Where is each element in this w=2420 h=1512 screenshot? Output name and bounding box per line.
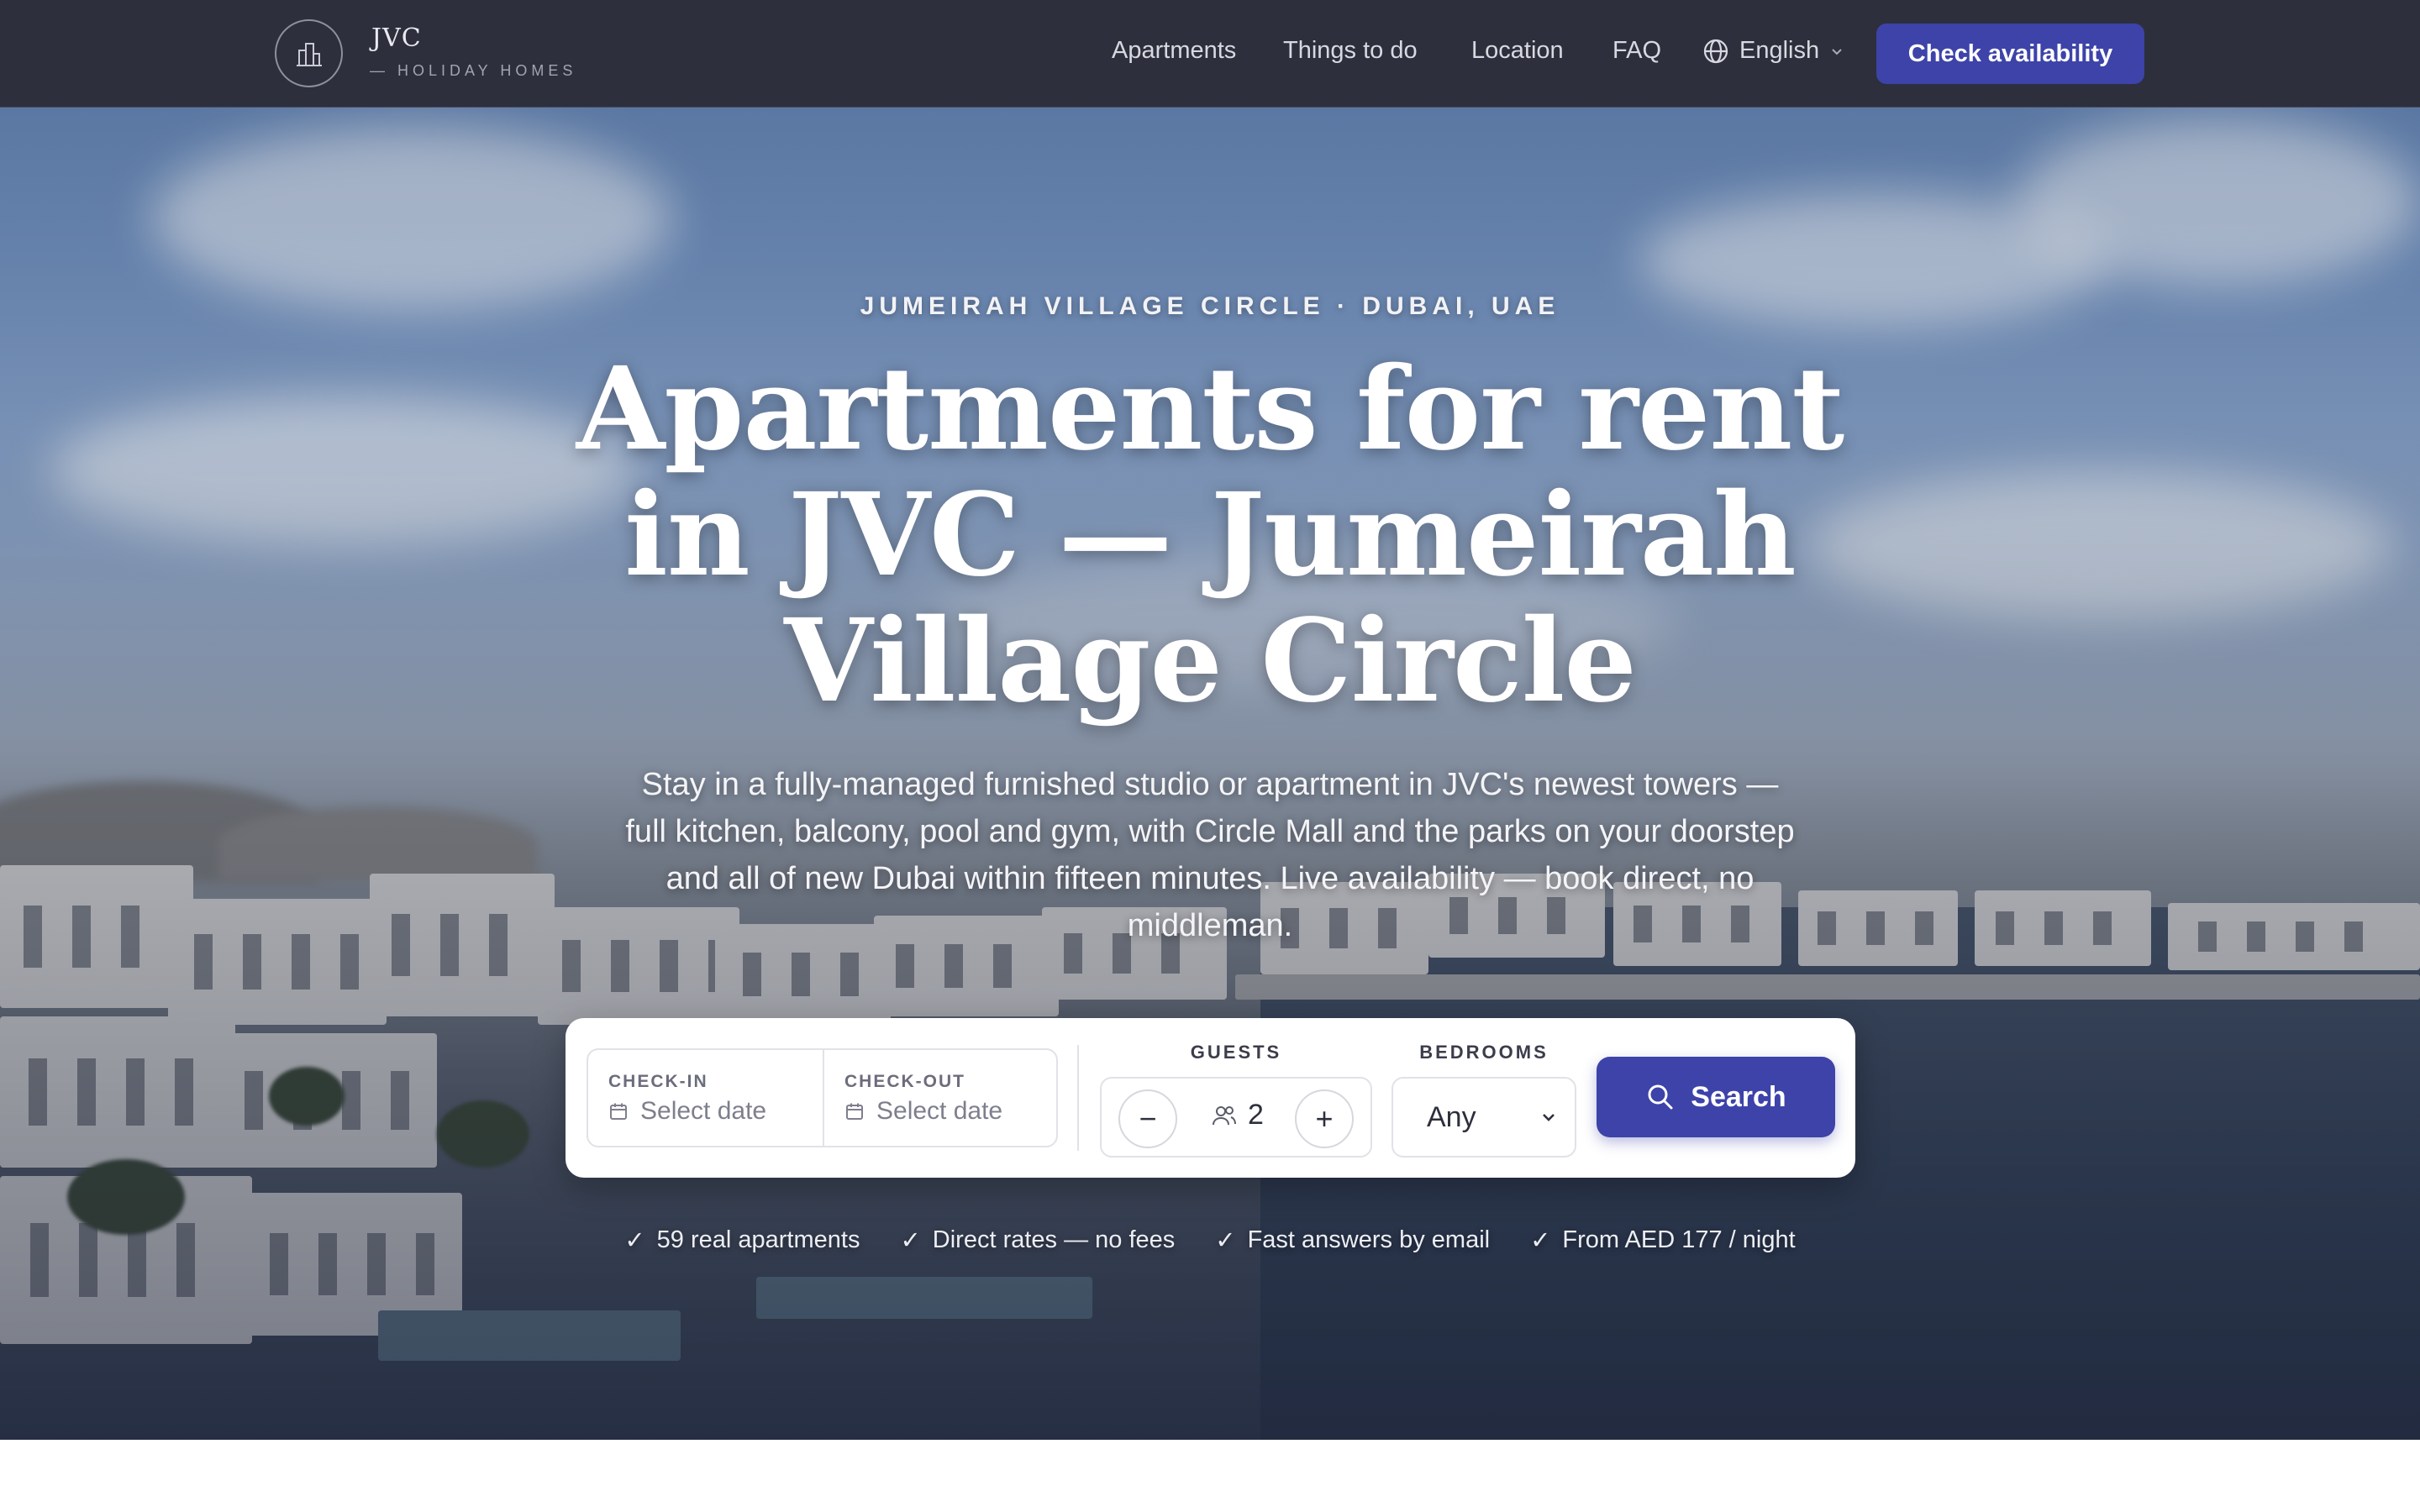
trust-item-label: Direct rates — no fees — [932, 1226, 1176, 1253]
city-buildings-icon — [296, 42, 322, 66]
checkout-value: Select date — [876, 1097, 1003, 1125]
check-icon: ✓ — [900, 1227, 921, 1254]
card-divider — [1077, 1045, 1079, 1151]
checkin-value: Select date — [640, 1097, 767, 1125]
check-availability-button[interactable]: Check availability — [1876, 24, 2144, 84]
trust-item-label: Fast answers by email — [1247, 1226, 1491, 1253]
guests-label: GUESTS — [1190, 1042, 1282, 1063]
guests-stepper: − 2 + — [1100, 1077, 1372, 1158]
decrease-guests-button[interactable]: − — [1118, 1089, 1177, 1148]
trust-item: ✓ 59 real apartments — [624, 1226, 860, 1255]
logo-mark[interactable] — [275, 19, 343, 87]
nav-link-location[interactable]: Location — [1471, 37, 1564, 65]
check-icon: ✓ — [624, 1227, 645, 1254]
check-icon: ✓ — [1215, 1227, 1236, 1254]
nav-link-apartments[interactable]: Apartments — [1112, 37, 1236, 65]
chevron-down-icon — [1543, 1114, 1555, 1121]
check-icon: ✓ — [1530, 1227, 1551, 1254]
trust-indicators: ✓ 59 real apartments ✓ Direct rates — no… — [0, 1226, 2420, 1255]
brand-title[interactable]: JVC — [371, 24, 422, 53]
nav-link-things-to-do[interactable]: Things to do — [1283, 37, 1418, 65]
bedrooms-label: BEDROOMS — [1419, 1042, 1549, 1063]
trust-item-label: 59 real apartments — [656, 1226, 860, 1253]
trust-item: ✓ Direct rates — no fees — [900, 1226, 1175, 1255]
calendar-icon — [610, 1103, 627, 1120]
language-label: English — [1739, 37, 1820, 64]
calendar-icon — [846, 1103, 863, 1120]
trust-item: ✓ From AED 177 / night — [1530, 1226, 1796, 1255]
bedrooms-value: Any — [1427, 1100, 1476, 1133]
chevron-down-icon — [1832, 48, 1842, 55]
hero-headline: Apartments for rent in JVC — Jumeirah Vi… — [576, 342, 1844, 728]
search-button-label: Search — [1691, 1080, 1786, 1113]
increase-guests-button[interactable]: + — [1295, 1089, 1354, 1148]
checkin-field[interactable]: CHECK-IN Select date — [588, 1050, 823, 1146]
trust-item-label: From AED 177 / night — [1562, 1226, 1796, 1253]
checkout-field[interactable]: CHECK-OUT Select date — [823, 1050, 1057, 1146]
search-button[interactable]: Search — [1597, 1057, 1835, 1137]
top-navbar: JVC — HOLIDAY HOMES Apartments Things to… — [0, 0, 2420, 108]
checkout-label: CHECK-OUT — [844, 1072, 965, 1091]
hero-eyebrow: JUMEIRAH VILLAGE CIRCLE · DUBAI, UAE — [860, 292, 1560, 320]
brand-subtitle: — HOLIDAY HOMES — [370, 62, 577, 79]
globe-icon — [1703, 39, 1728, 63]
trust-item: ✓ Fast answers by email — [1215, 1226, 1490, 1255]
language-selector[interactable]: English — [1702, 37, 1844, 65]
date-range-picker: CHECK-IN Select date CHECK-OUT Select da… — [587, 1048, 1058, 1147]
users-icon — [1213, 1105, 1236, 1125]
nav-link-faq[interactable]: FAQ — [1612, 37, 1661, 65]
checkin-label: CHECK-IN — [608, 1072, 708, 1091]
search-icon — [1648, 1084, 1673, 1110]
bedrooms-select[interactable]: Any — [1392, 1077, 1576, 1158]
hero-description: Stay in a fully-managed furnished studio… — [625, 767, 1795, 943]
booking-search-card: CHECK-IN Select date CHECK-OUT Select da… — [566, 1018, 1855, 1178]
guests-count: 2 — [1248, 1099, 1264, 1131]
